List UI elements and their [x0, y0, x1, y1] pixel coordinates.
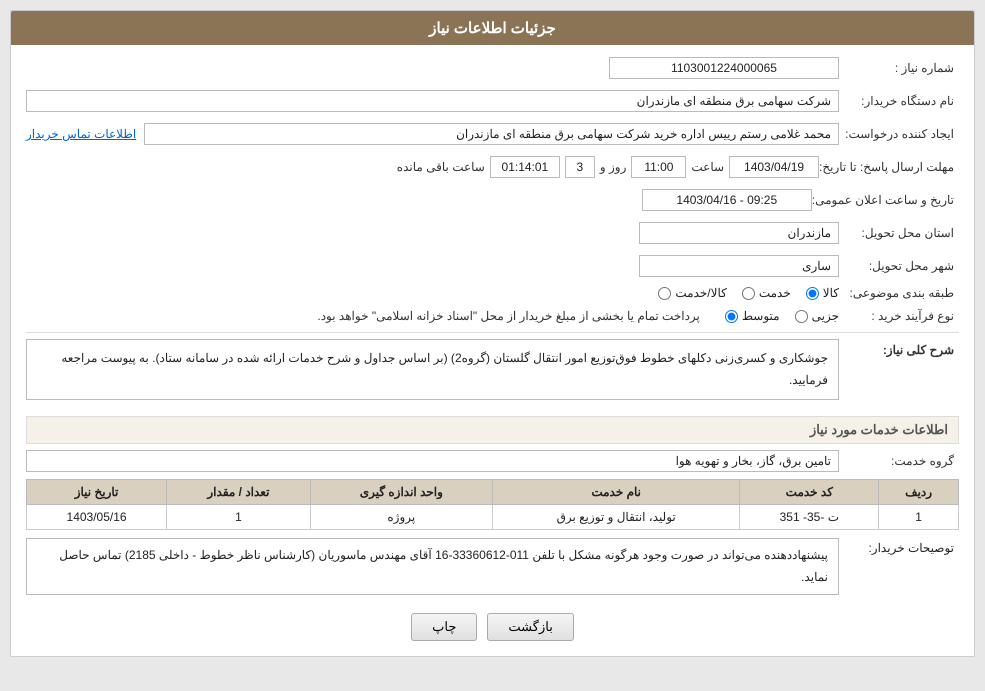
province-label: استان محل تحویل: — [839, 226, 959, 240]
need-number-value: 1103001224000065 — [609, 57, 839, 79]
khadamat-label: خدمت — [759, 286, 791, 300]
deadline-remaining-label: ساعت باقی مانده — [397, 160, 485, 174]
buyer-org-label: نام دستگاه خریدار: — [839, 94, 959, 108]
kala-khadamat-radio[interactable] — [658, 287, 671, 300]
creator-value: محمد غلامی رستم رییس اداره خرید شرکت سها… — [144, 123, 839, 145]
need-description-row: شرح کلی نیاز: جوشکاری و کسری‌زنی دکلهای … — [26, 339, 959, 408]
print-button[interactable]: چاپ — [411, 613, 477, 641]
buyer-notes-label: توصیحات خریدار: — [839, 538, 959, 555]
city-row: شهر محل تحویل: ساری — [26, 253, 959, 279]
deadline-time: 11:00 — [631, 156, 686, 178]
need-description-value: جوشکاری و کسری‌زنی دکلهای خطوط فوق‌توزیع… — [26, 339, 839, 400]
kala-radio[interactable] — [806, 287, 819, 300]
kala-khadamat-label: کالا/خدمت — [675, 286, 726, 300]
announce-row: تاریخ و ساعت اعلان عمومی: 1403/04/16 - 0… — [26, 187, 959, 213]
jozi-radio[interactable] — [795, 310, 808, 323]
jozi-label: جزیی — [812, 309, 839, 323]
purchase-type-label: نوع فرآیند خرید : — [839, 309, 959, 323]
motavaset-radio[interactable] — [725, 310, 738, 323]
deadline-time-label: ساعت — [691, 160, 724, 174]
city-value: ساری — [639, 255, 839, 277]
contact-link[interactable]: اطلاعات تماس خریدار — [26, 127, 136, 141]
announce-value: 1403/04/16 - 09:25 — [642, 189, 812, 211]
col-row: ردیف — [879, 480, 959, 505]
col-qty: تعداد / مقدار — [167, 480, 311, 505]
khadamat-radio[interactable] — [742, 287, 755, 300]
need-number-label: شماره نیاز : — [839, 61, 959, 75]
deadline-day-label: روز و — [600, 160, 627, 174]
kala-label: کالا — [823, 286, 839, 300]
col-date: تاریخ نیاز — [27, 480, 167, 505]
deadline-label: مهلت ارسال پاسخ: تا تاریخ: — [819, 160, 959, 174]
buyer-org-value: شرکت سهامی برق منطقه ای مازندران — [26, 90, 839, 112]
category-kala-khadamat[interactable]: کالا/خدمت — [658, 286, 726, 300]
back-button[interactable]: بازگشت — [487, 613, 573, 641]
service-group-value: تامین برق، گاز، بخار و تهویه هوا — [26, 450, 839, 472]
service-group-label: گروه خدمت: — [839, 454, 959, 468]
cell-qty: 1 — [167, 505, 311, 530]
need-description-label: شرح کلی نیاز: — [839, 339, 959, 357]
buyer-notes-value: پیشنهاددهنده می‌تواند در صورت وجود هرگون… — [26, 538, 839, 595]
page-header: جزئیات اطلاعات نیاز — [11, 11, 974, 45]
category-kala[interactable]: کالا — [806, 286, 839, 300]
purchase-type-row: نوع فرآیند خرید : متوسط جزیی پرداخت تمام… — [26, 307, 959, 325]
col-code: کد خدمت — [740, 480, 879, 505]
province-value: مازندران — [639, 222, 839, 244]
purchase-jozi[interactable]: جزیی — [795, 309, 839, 323]
purchase-type-options: متوسط جزیی — [725, 309, 839, 323]
city-label: شهر محل تحویل: — [839, 259, 959, 273]
cell-code: ت -35- 351 — [740, 505, 879, 530]
deadline-date: 1403/04/19 — [729, 156, 819, 178]
cell-date: 1403/05/16 — [27, 505, 167, 530]
table-row: 1ت -35- 351تولید، انتقال و توزیع برقپروژ… — [27, 505, 959, 530]
cell-row: 1 — [879, 505, 959, 530]
buyer-notes-row: توصیحات خریدار: پیشنهاددهنده می‌تواند در… — [26, 538, 959, 595]
need-number-row: شماره نیاز : 1103001224000065 — [26, 55, 959, 81]
services-table: ردیف کد خدمت نام خدمت واحد اندازه گیری ت… — [26, 479, 959, 530]
services-section-title: اطلاعات خدمات مورد نیاز — [26, 416, 959, 444]
announce-label: تاریخ و ساعت اعلان عمومی: — [812, 193, 959, 207]
creator-row: ایجاد کننده درخواست: محمد غلامی رستم ریی… — [26, 121, 959, 147]
service-group-row: گروه خدمت: تامین برق، گاز، بخار و تهویه … — [26, 450, 959, 472]
deadline-row: مهلت ارسال پاسخ: تا تاریخ: 1403/04/19 سا… — [26, 154, 959, 180]
payment-note: پرداخت تمام یا بخشی از مبلغ خریدار از مح… — [312, 307, 705, 325]
button-row: بازگشت چاپ — [26, 603, 959, 646]
deadline-days: 3 — [565, 156, 595, 178]
category-khadamat[interactable]: خدمت — [742, 286, 791, 300]
cell-name: تولید، انتقال و توزیع برق — [492, 505, 740, 530]
page-title: جزئیات اطلاعات نیاز — [429, 20, 556, 37]
province-row: استان محل تحویل: مازندران — [26, 220, 959, 246]
col-unit: واحد اندازه گیری — [310, 480, 492, 505]
category-options: کالا/خدمت خدمت کالا — [658, 286, 839, 300]
purchase-motavaset[interactable]: متوسط — [725, 309, 780, 323]
category-label: طبقه بندی موضوعی: — [839, 286, 959, 300]
deadline-remaining: 01:14:01 — [490, 156, 560, 178]
col-name: نام خدمت — [492, 480, 740, 505]
category-row: طبقه بندی موضوعی: کالا/خدمت خدمت کالا — [26, 286, 959, 300]
cell-unit: پروژه — [310, 505, 492, 530]
motavaset-label: متوسط — [742, 309, 780, 323]
creator-label: ایجاد کننده درخواست: — [839, 127, 959, 141]
buyer-org-row: نام دستگاه خریدار: شرکت سهامی برق منطقه … — [26, 88, 959, 114]
